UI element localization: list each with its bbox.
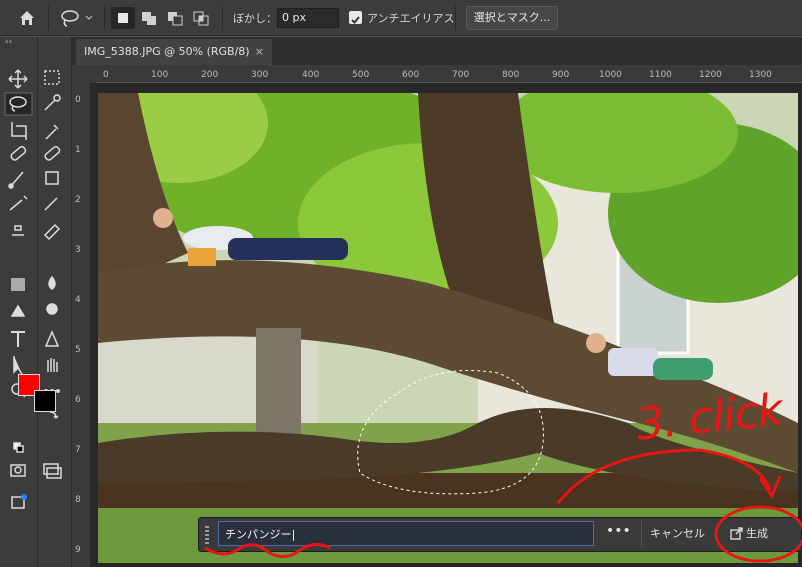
tree-photo: [98, 93, 798, 563]
hand-tool-icon: [47, 358, 58, 372]
cancel-button[interactable]: キャンセル: [641, 521, 713, 546]
home-icon: [20, 11, 34, 25]
ruler-tick: 800: [502, 70, 520, 80]
quick-mask-icon: [10, 464, 26, 477]
document-image[interactable]: [98, 93, 798, 563]
ruler-tick: 900: [552, 70, 570, 80]
share-icon: [11, 494, 27, 509]
ruler-tick: 1200: [699, 70, 722, 80]
antialias-label: アンチエイリアス: [367, 12, 455, 25]
options-bar: ぼかし： 0 px アンチエイリアス 選択とマスク...: [0, 0, 802, 36]
ruler-tick: 2: [75, 195, 81, 205]
prompt-text: チンパンジー: [225, 528, 292, 541]
screen-mode-icon: [43, 463, 62, 479]
intersect-selection-button[interactable]: [189, 7, 213, 29]
ruler-tick: 4: [75, 295, 81, 305]
ruler-tick: 6: [75, 395, 81, 405]
ruler-tick: 8: [75, 495, 81, 505]
history-brush-tool-icon: [9, 195, 28, 211]
default-colors-icon: [13, 442, 24, 453]
subtract-selection-icon: [168, 12, 183, 26]
new-selection-button[interactable]: [111, 7, 135, 29]
generate-button[interactable]: 生成: [726, 521, 796, 546]
ruler-tick: 3: [75, 245, 81, 255]
ruler-tick: 100: [151, 70, 169, 80]
close-tab-icon[interactable]: ×: [255, 39, 264, 65]
add-selection-button[interactable]: [137, 7, 161, 29]
art-history-tool-icon: [44, 197, 58, 211]
more-options-button[interactable]: •••: [606, 522, 631, 544]
collapse-toolbar-icon[interactable]: ‹‹: [5, 37, 12, 47]
ruler-tick: 500: [352, 70, 370, 80]
eyedropper-tool-icon: [45, 124, 59, 140]
ruler-tick: 1300: [749, 70, 772, 80]
divider: [222, 6, 223, 30]
vertical-ruler[interactable]: 0 1 2 3 4 5 6 7 8 9: [72, 83, 90, 567]
new-selection-icon: [118, 13, 128, 23]
check-icon: [351, 16, 360, 24]
quick-selection-tool-icon: [44, 94, 61, 111]
document-tab[interactable]: IMG_5388.JPG @ 50% (RGB/8) ×: [76, 39, 272, 65]
select-and-mask-button[interactable]: 選択とマスク...: [466, 6, 558, 30]
swap-colors-icon: [49, 411, 59, 420]
pen-tool-icon: [44, 330, 60, 347]
feather-label: ぼかし：: [233, 12, 277, 25]
antialias-checkbox[interactable]: [349, 11, 362, 24]
ruler-tick: 400: [302, 70, 320, 80]
eraser-tool-icon: [43, 223, 61, 241]
home-button[interactable]: [12, 7, 42, 29]
ruler-tick: 600: [402, 70, 420, 80]
ruler-tick: 1000: [599, 70, 622, 80]
add-selection-icon: [142, 12, 156, 25]
divider: [104, 6, 105, 30]
drag-handle-icon[interactable]: [205, 526, 209, 546]
ruler-tick: 0: [75, 95, 81, 105]
generative-fill-prompt-input[interactable]: チンパンジー|: [218, 521, 594, 546]
clone-stamp-tool-icon: [12, 225, 24, 236]
gradient-tool-icon: [11, 278, 25, 291]
ruler-tick: 1: [75, 145, 81, 155]
canvas-area[interactable]: [90, 83, 802, 567]
generate-icon: [730, 527, 743, 540]
ruler-tick: 300: [251, 70, 269, 80]
background-color-swatch[interactable]: [34, 390, 56, 412]
ruler-origin[interactable]: [72, 65, 96, 83]
brush-tool-icon: [8, 171, 24, 189]
photoshop-window: ぼかし： 0 px アンチエイリアス 選択とマスク... ‹‹ IMG_5388…: [0, 0, 802, 567]
dodge-tool-icon: [10, 304, 26, 317]
generate-label: 生成: [746, 527, 768, 540]
document-tab-title: IMG_5388.JPG @ 50% (RGB/8): [84, 45, 250, 58]
horizontal-ruler[interactable]: 0 100 200 300 400 500 600 700 800 900 10…: [96, 65, 802, 83]
ruler-tick: 7: [75, 445, 81, 455]
marquee-tool-icon: [44, 70, 60, 85]
feather-input[interactable]: 0 px: [277, 8, 339, 28]
pattern-tool-icon: [45, 171, 59, 185]
intersect-selection-icon: [193, 11, 209, 26]
ruler-tick: 1100: [649, 70, 672, 80]
document-tab-bar: IMG_5388.JPG @ 50% (RGB/8) ×: [72, 37, 802, 65]
divider: [48, 6, 49, 30]
type-tool-icon: [11, 331, 25, 347]
divider: [455, 6, 456, 30]
subtract-selection-button[interactable]: [163, 7, 187, 29]
ruler-tick: 5: [75, 345, 81, 355]
ruler-tick: 700: [452, 70, 470, 80]
tool-icons: [4, 69, 62, 509]
crop-tool-icon: [11, 122, 27, 140]
blur-tool-icon: [48, 275, 56, 290]
move-tool-icon: [8, 69, 28, 89]
ruler-tick: 200: [201, 70, 219, 80]
path-selection-tool-icon: [13, 356, 23, 375]
lasso-icon: [61, 10, 93, 27]
ruler-tick: 0: [103, 70, 109, 80]
healing-brush-tool-icon: [10, 146, 27, 161]
burn-tool-icon: [46, 303, 58, 315]
patch-tool-icon: [44, 146, 61, 161]
ruler-tick: 9: [75, 545, 81, 555]
tool-preset-picker[interactable]: [58, 7, 98, 29]
